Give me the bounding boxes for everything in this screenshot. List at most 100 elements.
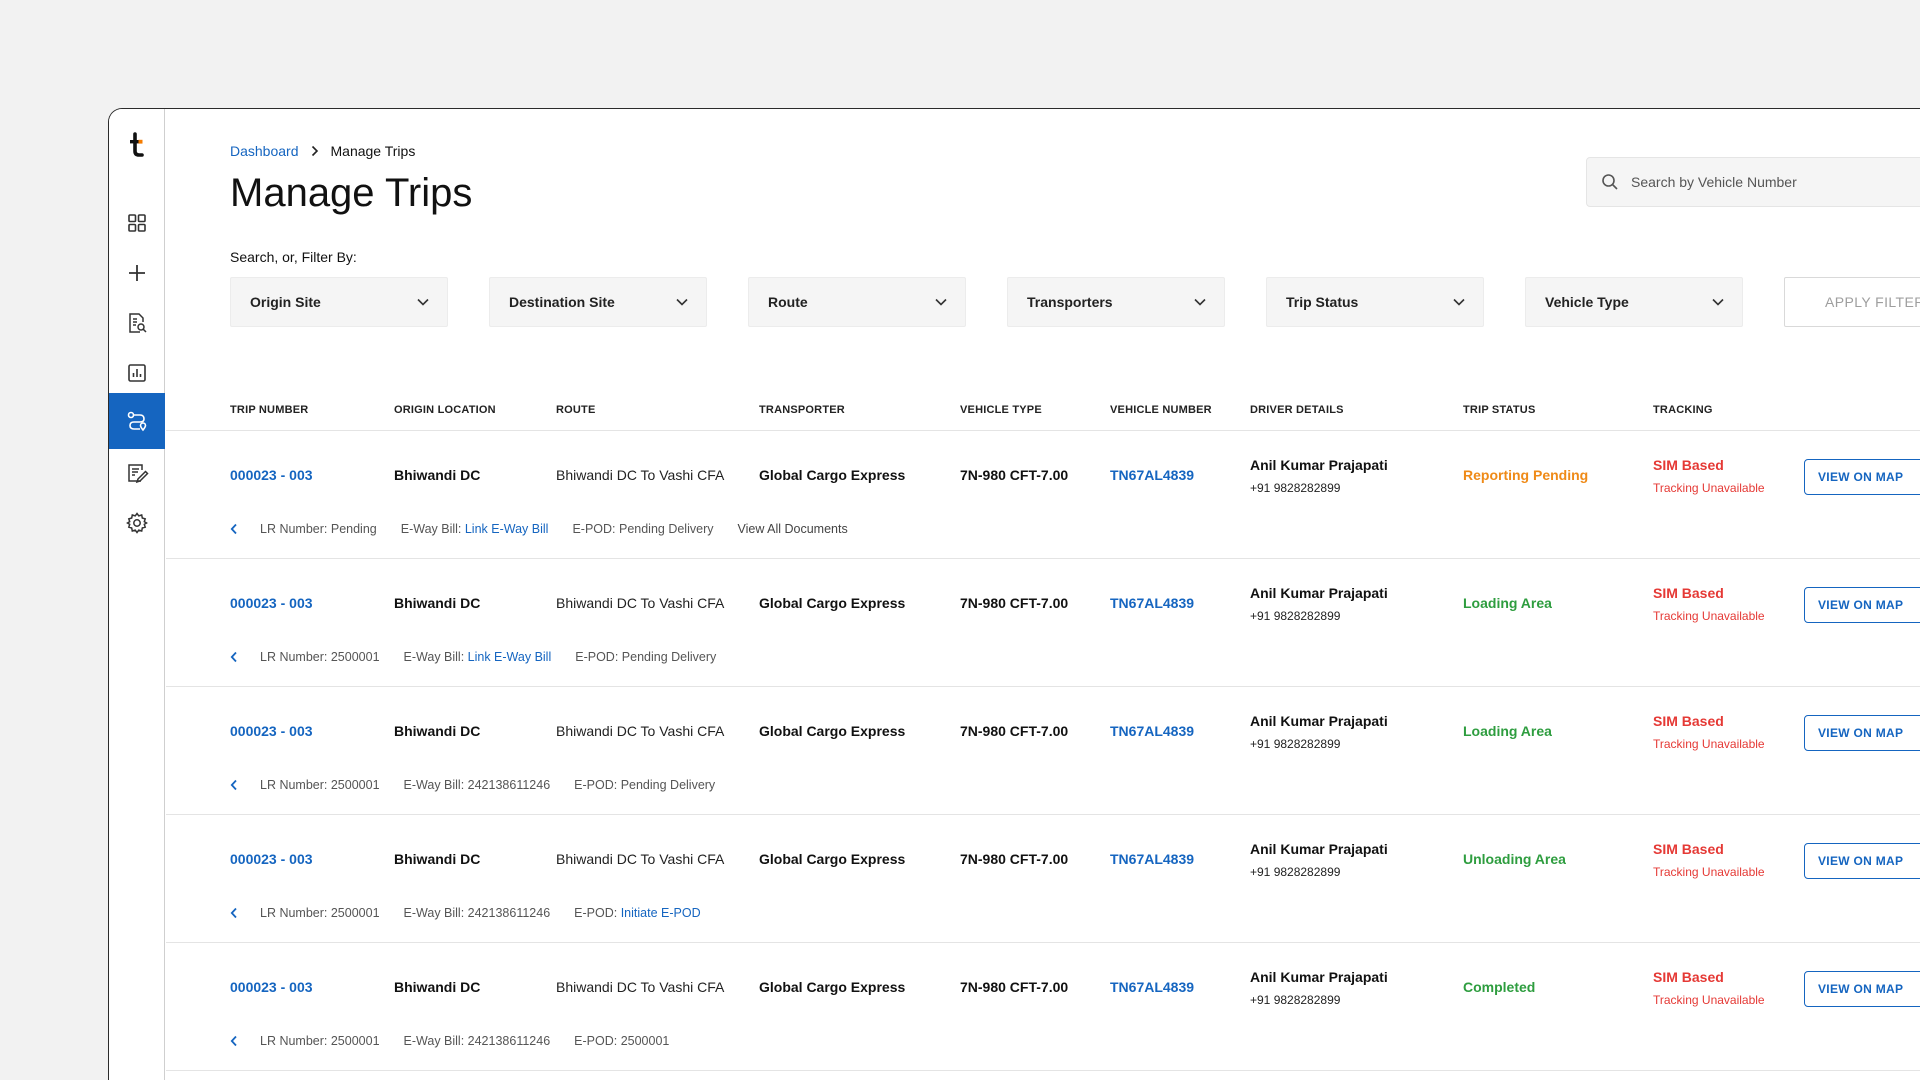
vehicle-type: 7N-980 CFT-7.00 <box>960 595 1069 611</box>
trip-number-link[interactable]: 000023 - 003 <box>230 723 313 739</box>
chevron-left-icon[interactable] <box>230 907 242 919</box>
header-trip-status[interactable]: TRIP STATUS <box>1463 404 1535 416</box>
header-route[interactable]: ROUTE <box>556 404 596 416</box>
filter-route[interactable]: Route <box>748 277 966 327</box>
header-tracking[interactable]: TRACKING <box>1653 404 1713 416</box>
table-row: 000023 - 003 Bhiwandi DC Bhiwandi DC To … <box>166 944 1920 1071</box>
eway-bill-label: E-Way Bill: <box>403 650 468 664</box>
filter-transporters-label: Transporters <box>1027 294 1113 310</box>
view-on-map-button[interactable]: VIEW ON MAP <box>1804 459 1920 495</box>
tracking-info: SIM Based Tracking Unavailable <box>1653 969 1765 1007</box>
link-eway-bill-link[interactable]: Link E-Way Bill <box>468 650 552 664</box>
driver-name: Anil Kumar Prajapati <box>1250 969 1388 985</box>
view-all-documents-link[interactable]: View All Documents <box>737 522 847 536</box>
driver-details: Anil Kumar Prajapati +91 9828282899 <box>1250 841 1388 879</box>
driver-details: Anil Kumar Prajapati +91 9828282899 <box>1250 713 1388 751</box>
trip-number-link[interactable]: 000023 - 003 <box>230 851 313 867</box>
tracking-note: Tracking Unavailable <box>1653 609 1765 623</box>
sidebar-item-trips[interactable] <box>109 393 165 449</box>
view-on-map-button[interactable]: VIEW ON MAP <box>1804 587 1920 623</box>
vehicle-type: 7N-980 CFT-7.00 <box>960 467 1069 483</box>
sidebar-item-dashboard[interactable] <box>109 195 165 251</box>
chevron-left-icon[interactable] <box>230 1035 242 1047</box>
filter-vehicle-type-label: Vehicle Type <box>1545 294 1629 310</box>
table-row: 000023 - 003 Bhiwandi DC Bhiwandi DC To … <box>166 560 1920 687</box>
trip-number-link[interactable]: 000023 - 003 <box>230 467 313 483</box>
table-row: 000023 - 003 Bhiwandi DC Bhiwandi DC To … <box>166 688 1920 815</box>
app-logo[interactable] <box>109 127 165 163</box>
epod: E-POD: Pending Delivery <box>575 650 716 664</box>
breadcrumb: Dashboard Manage Trips <box>230 143 415 159</box>
vehicle-number-link[interactable]: TN67AL4839 <box>1110 979 1194 995</box>
lr-number: LR Number: 2500001 <box>260 650 380 664</box>
vehicle-number-link[interactable]: TN67AL4839 <box>1110 723 1194 739</box>
header-vehicle-type[interactable]: VEHICLE TYPE <box>960 404 1042 416</box>
trip-status: Unloading Area <box>1463 851 1566 867</box>
initiate-epod-link[interactable]: Initiate E-POD <box>621 906 701 920</box>
chevron-left-icon[interactable] <box>230 651 242 663</box>
header-driver-details[interactable]: DRIVER DETAILS <box>1250 404 1344 416</box>
header-vehicle-number[interactable]: VEHICLE NUMBER <box>1110 404 1212 416</box>
eway-bill-label: E-Way Bill: <box>403 1034 468 1048</box>
view-on-map-button[interactable]: VIEW ON MAP <box>1804 843 1920 879</box>
sidebar-item-settings[interactable] <box>109 495 165 551</box>
filter-destination-site[interactable]: Destination Site <box>489 277 707 327</box>
view-on-map-button[interactable]: VIEW ON MAP <box>1804 715 1920 751</box>
chevron-down-icon <box>417 298 429 306</box>
sidebar-item-edit[interactable] <box>109 445 165 501</box>
header-transporter[interactable]: TRANSPORTER <box>759 404 845 416</box>
link-eway-bill-link[interactable]: Link E-Way Bill <box>465 522 549 536</box>
driver-details: Anil Kumar Prajapati +91 9828282899 <box>1250 457 1388 495</box>
trip-documents: LR Number: 2500001 E-Way Bill: 242138611… <box>230 1034 693 1048</box>
edit-document-icon <box>128 464 149 484</box>
tracking-type: SIM Based <box>1653 585 1724 601</box>
epod: E-POD: Pending Delivery <box>574 778 715 792</box>
trip-status: Completed <box>1463 979 1536 995</box>
sidebar-item-documents[interactable] <box>109 295 165 351</box>
route: Bhiwandi DC To Vashi CFA <box>556 851 725 867</box>
tracking-type: SIM Based <box>1653 457 1724 473</box>
vehicle-number-link[interactable]: TN67AL4839 <box>1110 467 1194 483</box>
route-icon <box>127 411 147 432</box>
filter-origin-site[interactable]: Origin Site <box>230 277 448 327</box>
search-input[interactable] <box>1631 174 1911 190</box>
trip-status: Loading Area <box>1463 595 1552 611</box>
view-on-map-button[interactable]: VIEW ON MAP <box>1804 971 1920 1007</box>
chevron-left-icon[interactable] <box>230 779 242 791</box>
filter-trip-status[interactable]: Trip Status <box>1266 277 1484 327</box>
header-origin-location[interactable]: ORIGIN LOCATION <box>394 404 496 416</box>
main-content: Dashboard Manage Trips Manage Trips Sear… <box>166 109 1920 1080</box>
chevron-down-icon <box>1194 298 1206 306</box>
eway-bill-number: 242138611246 <box>467 906 551 920</box>
transporter: Global Cargo Express <box>759 723 906 739</box>
eway-bill: E-Way Bill: Link E-Way Bill <box>401 522 549 536</box>
apply-filters-button[interactable]: APPLY FILTERS <box>1784 277 1920 327</box>
sidebar-item-add[interactable] <box>109 245 165 301</box>
trip-number-link[interactable]: 000023 - 003 <box>230 595 313 611</box>
route: Bhiwandi DC To Vashi CFA <box>556 723 725 739</box>
trip-documents: LR Number: 2500001 E-Way Bill: 242138611… <box>230 906 725 920</box>
breadcrumb-current: Manage Trips <box>330 143 416 159</box>
vehicle-number-link[interactable]: TN67AL4839 <box>1110 851 1194 867</box>
app-window: Dashboard Manage Trips Manage Trips Sear… <box>108 108 1920 1080</box>
table-row: 000023 - 003 Bhiwandi DC Bhiwandi DC To … <box>166 432 1920 559</box>
origin-location: Bhiwandi DC <box>394 723 481 739</box>
driver-phone: +91 9828282899 <box>1250 737 1341 751</box>
header-trip-number[interactable]: TRIP NUMBER <box>230 404 308 416</box>
filter-transporters[interactable]: Transporters <box>1007 277 1225 327</box>
settings-gear-icon <box>126 512 148 534</box>
filter-vehicle-type[interactable]: Vehicle Type <box>1525 277 1743 327</box>
epod: E-POD: Pending Delivery <box>572 522 713 536</box>
origin-location: Bhiwandi DC <box>394 979 481 995</box>
tracking-note: Tracking Unavailable <box>1653 865 1765 879</box>
lr-number: LR Number: 2500001 <box>260 906 380 920</box>
origin-location: Bhiwandi DC <box>394 595 481 611</box>
chevron-left-icon[interactable] <box>230 523 242 535</box>
trip-number-link[interactable]: 000023 - 003 <box>230 979 313 995</box>
breadcrumb-dashboard-link[interactable]: Dashboard <box>230 143 299 159</box>
lr-number: LR Number: Pending <box>260 522 377 536</box>
vehicle-number-link[interactable]: TN67AL4839 <box>1110 595 1194 611</box>
driver-name: Anil Kumar Prajapati <box>1250 713 1388 729</box>
vehicle-search[interactable] <box>1586 157 1920 207</box>
eway-bill-number: 242138611246 <box>467 778 551 792</box>
